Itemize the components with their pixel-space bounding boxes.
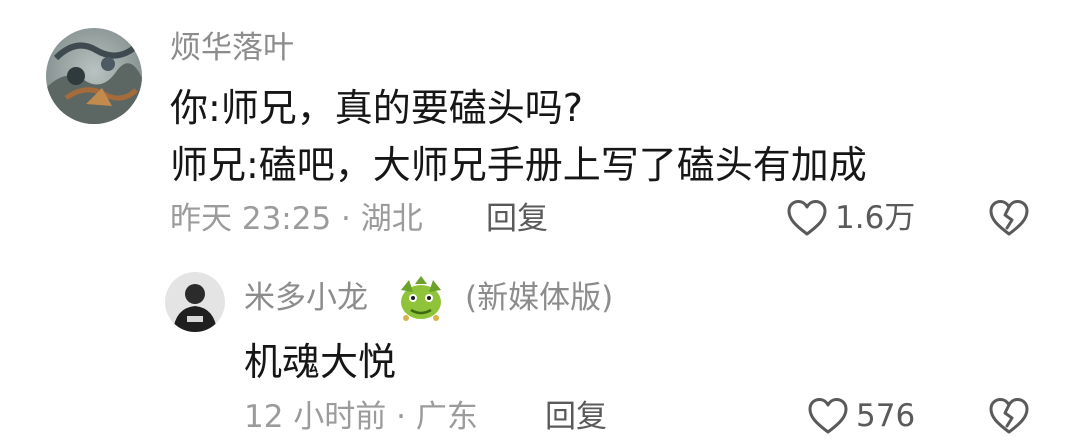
reply-reply-button[interactable]: 回复 <box>545 402 607 433</box>
heart-outline-icon <box>806 396 850 436</box>
comment-text-line-2: 师兄:磕吧，大师兄手册上写了磕头有加成 <box>170 143 867 187</box>
comment-text-line-1: 你:师兄，真的要磕头吗? <box>170 86 583 130</box>
comment-time-location: 昨天 23:25 · 湖北 <box>170 201 423 237</box>
comment-reply-button[interactable]: 回复 <box>486 204 548 235</box>
comment-like-button[interactable]: 1.6万 <box>785 198 915 238</box>
replier-avatar[interactable] <box>165 272 225 332</box>
landscape-painting-avatar <box>46 28 142 124</box>
reply-time-location: 12 小时前 · 广东 <box>244 399 478 435</box>
replier-tag: (新媒体版) <box>465 280 614 316</box>
reply-like-button[interactable]: 576 <box>806 396 915 436</box>
green-dragon-badge-icon <box>393 274 449 326</box>
broken-heart-icon <box>989 398 1029 434</box>
commenter-avatar[interactable] <box>46 28 142 124</box>
commenter-username[interactable]: 烦华落叶 <box>170 33 294 64</box>
reply-dislike-button[interactable] <box>987 396 1031 436</box>
comment-dislike-button[interactable] <box>987 198 1031 238</box>
reply-like-count: 576 <box>856 397 916 434</box>
person-portrait-avatar <box>165 272 225 332</box>
replier-username[interactable]: 米多小龙 <box>244 283 368 314</box>
heart-outline-icon <box>785 198 829 238</box>
comment-like-count: 1.6万 <box>835 199 916 236</box>
broken-heart-icon <box>989 200 1029 236</box>
reply-text: 机魂大悦 <box>244 340 397 384</box>
